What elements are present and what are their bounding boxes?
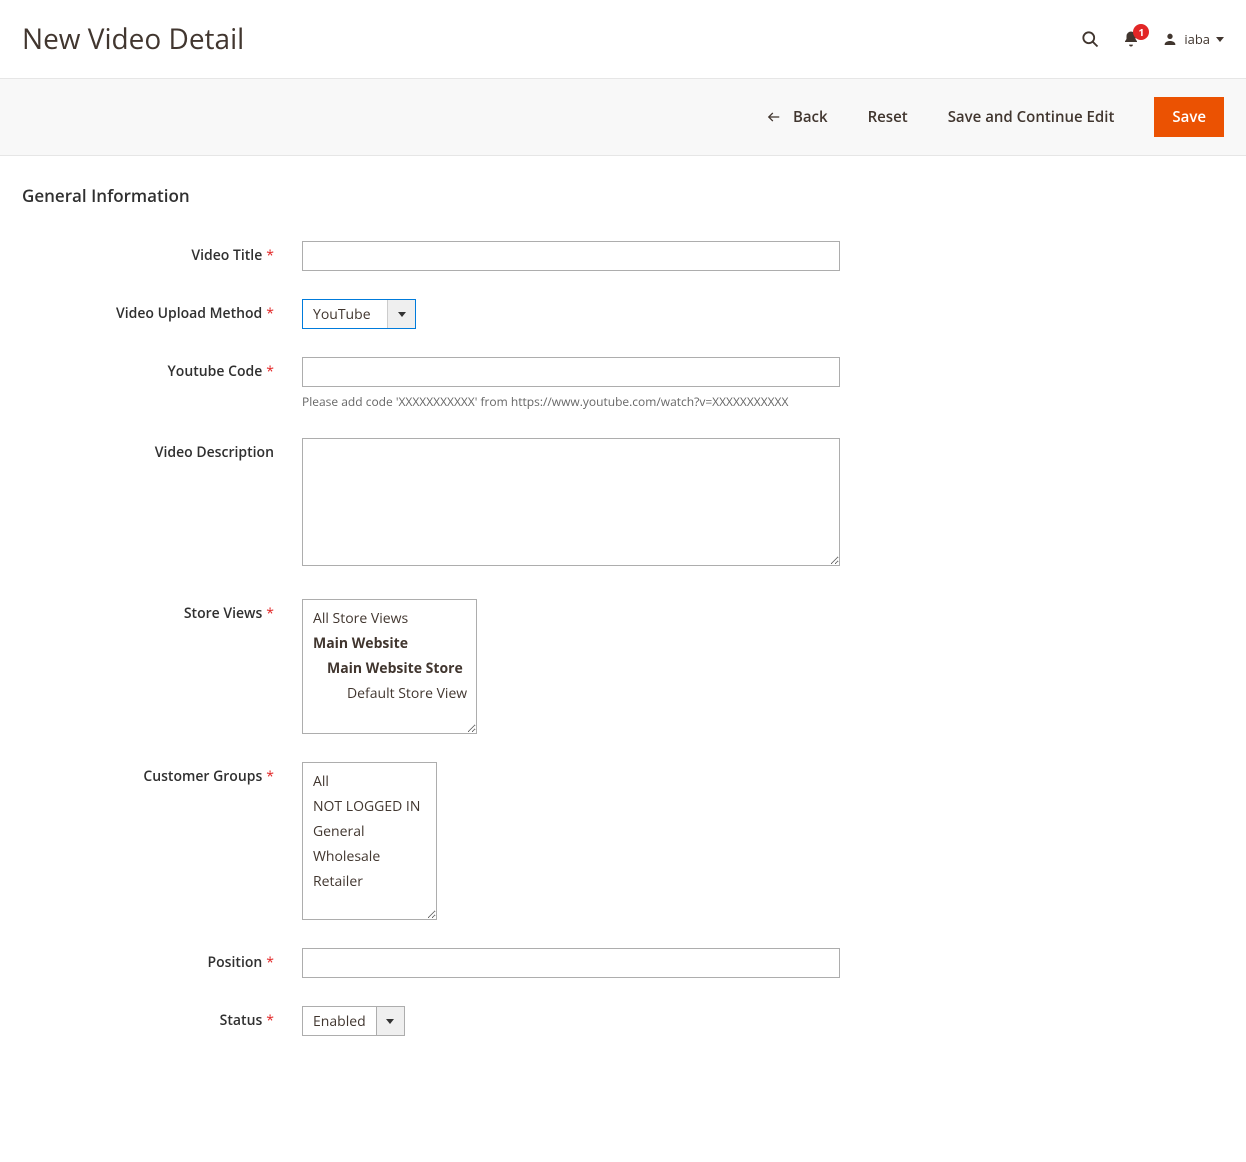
video-title-input[interactable] <box>302 241 840 271</box>
chevron-down-icon <box>376 1007 404 1035</box>
label-customer-groups: Customer Groups* <box>22 762 302 786</box>
header-actions: 1 iaba <box>1080 29 1224 49</box>
store-view-option[interactable]: All Store Views <box>303 606 476 631</box>
user-menu[interactable]: iaba <box>1162 30 1224 48</box>
customer-groups-select[interactable]: AllNOT LOGGED INGeneralWholesaleRetailer <box>302 762 437 920</box>
notifications-button[interactable]: 1 <box>1122 30 1140 48</box>
user-icon <box>1162 31 1178 47</box>
row-customer-groups: Customer Groups* AllNOT LOGGED INGeneral… <box>22 762 1224 920</box>
upload-method-value: YouTube <box>303 300 387 328</box>
store-view-option[interactable]: Default Store View <box>303 681 476 706</box>
upload-method-select[interactable]: YouTube <box>302 299 416 329</box>
save-continue-button[interactable]: Save and Continue Edit <box>948 107 1115 127</box>
row-store-views: Store Views* All Store ViewsMain Website… <box>22 599 1224 734</box>
customer-group-option[interactable]: All <box>303 769 436 794</box>
label-video-description: Video Description <box>22 438 302 462</box>
label-upload-method: Video Upload Method* <box>22 299 302 323</box>
customer-group-option[interactable]: General <box>303 819 436 844</box>
page-header: New Video Detail 1 iaba <box>0 0 1246 78</box>
label-position: Position* <box>22 948 302 972</box>
position-input[interactable] <box>302 948 840 978</box>
reset-button[interactable]: Reset <box>868 107 908 127</box>
back-label: Back <box>793 107 828 127</box>
form-area: General Information Video Title* Video U… <box>0 156 1246 1092</box>
arrow-left-icon <box>765 110 783 124</box>
row-youtube-code: Youtube Code* Please add code 'XXXXXXXXX… <box>22 357 1224 410</box>
status-select[interactable]: Enabled <box>302 1006 405 1036</box>
notification-badge: 1 <box>1133 24 1149 40</box>
status-value: Enabled <box>303 1007 376 1035</box>
row-status: Status* Enabled <box>22 1006 1224 1036</box>
store-view-option[interactable]: Main Website <box>303 631 476 656</box>
youtube-code-hint: Please add code 'XXXXXXXXXXX' from https… <box>302 393 840 410</box>
row-video-description: Video Description <box>22 438 1224 571</box>
user-name: iaba <box>1184 30 1210 48</box>
label-store-views: Store Views* <box>22 599 302 623</box>
store-view-option[interactable]: Main Website Store <box>303 656 476 681</box>
customer-group-option[interactable]: Retailer <box>303 869 436 894</box>
label-youtube-code: Youtube Code* <box>22 357 302 381</box>
chevron-down-icon <box>1216 37 1224 42</box>
row-upload-method: Video Upload Method* YouTube <box>22 299 1224 329</box>
page-title: New Video Detail <box>22 20 1080 58</box>
customer-group-option[interactable]: Wholesale <box>303 844 436 869</box>
chevron-down-icon <box>387 300 415 328</box>
row-video-title: Video Title* <box>22 241 1224 271</box>
video-description-input[interactable] <box>302 438 840 566</box>
row-position: Position* <box>22 948 1224 978</box>
label-status: Status* <box>22 1006 302 1030</box>
store-views-select[interactable]: All Store ViewsMain WebsiteMain Website … <box>302 599 477 734</box>
label-video-title: Video Title* <box>22 241 302 265</box>
action-bar: Back Reset Save and Continue Edit Save <box>0 78 1246 156</box>
section-title: General Information <box>22 184 1224 207</box>
save-button[interactable]: Save <box>1154 97 1224 137</box>
customer-group-option[interactable]: NOT LOGGED IN <box>303 794 436 819</box>
youtube-code-input[interactable] <box>302 357 840 387</box>
search-icon[interactable] <box>1080 29 1100 49</box>
back-button[interactable]: Back <box>765 107 828 127</box>
